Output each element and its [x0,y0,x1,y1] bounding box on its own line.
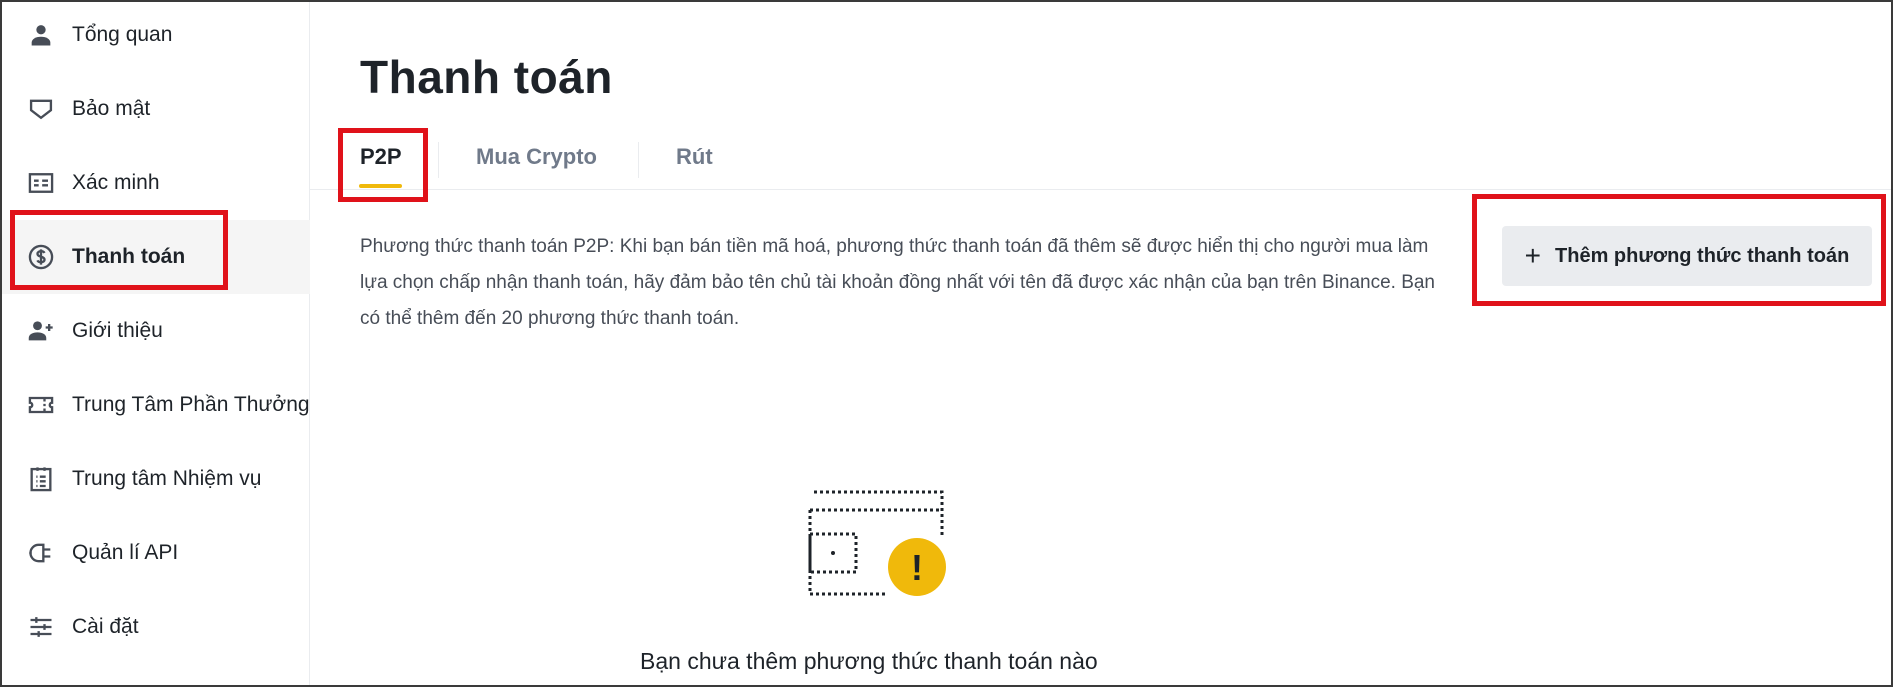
sidebar-item-label: Cài đặt [72,615,139,638]
sidebar-item-verification[interactable]: Xác minh [2,146,310,220]
sidebar-item-task-center[interactable]: Trung tâm Nhiệm vụ [2,442,310,516]
sidebar-item-label: Xác minh [72,171,160,194]
empty-wallet-warning-icon: ! [800,490,950,602]
clipboard-icon [26,464,56,494]
page-title: Thanh toán [360,51,613,103]
warning-glyph: ! [911,547,923,588]
sidebar-item-label: Thanh toán [72,245,186,268]
payment-tabs: P2P Mua Crypto Rút [310,132,1891,190]
sidebar: Tổng quan Bảo mật Xác minh Thanh toán Gi… [2,2,310,685]
tab-divider [438,142,439,178]
tab-buy-crypto[interactable]: Mua Crypto [476,144,597,170]
plug-icon [26,538,56,568]
p2p-description: Phương thức thanh toán P2P: Khi bạn bán … [360,236,1436,329]
tab-divider [638,142,639,178]
tab-withdraw[interactable]: Rút [676,144,713,170]
sidebar-item-settings[interactable]: Cài đặt [2,590,310,664]
active-tab-indicator [359,184,402,188]
plus-icon: + [1524,240,1542,271]
sidebar-item-payment[interactable]: Thanh toán [2,220,310,294]
sidebar-item-label: Bảo mật [72,97,151,120]
sliders-icon [26,612,56,642]
sidebar-item-security[interactable]: Bảo mật [2,72,310,146]
dollar-circle-icon [26,242,56,272]
sidebar-item-rewards-center[interactable]: Trung Tâm Phần Thưởng [2,368,310,442]
id-card-icon [26,168,56,198]
add-payment-method-label: Thêm phương thức thanh toán [1555,244,1850,267]
empty-state-message: Bạn chưa thêm phương thức thanh toán nào [640,648,1098,674]
add-payment-method-button[interactable]: + Thêm phương thức thanh toán [1502,226,1872,286]
sidebar-item-label: Trung tâm Nhiệm vụ [72,467,262,490]
add-user-icon [26,316,56,346]
sidebar-item-api-management[interactable]: Quản lí API [2,516,310,590]
ticket-icon [26,390,56,420]
sidebar-item-label: Giới thiệu [72,319,163,342]
sidebar-item-overview[interactable]: Tổng quan [2,0,310,72]
sidebar-item-label: Tổng quan [72,23,173,46]
shield-icon [26,94,56,124]
tab-p2p[interactable]: P2P [360,144,402,170]
sidebar-item-label: Quản lí API [72,541,179,564]
sidebar-item-referral[interactable]: Giới thiệu [2,294,310,368]
user-icon [26,20,56,50]
sidebar-item-label: Trung Tâm Phần Thưởng [72,393,310,416]
